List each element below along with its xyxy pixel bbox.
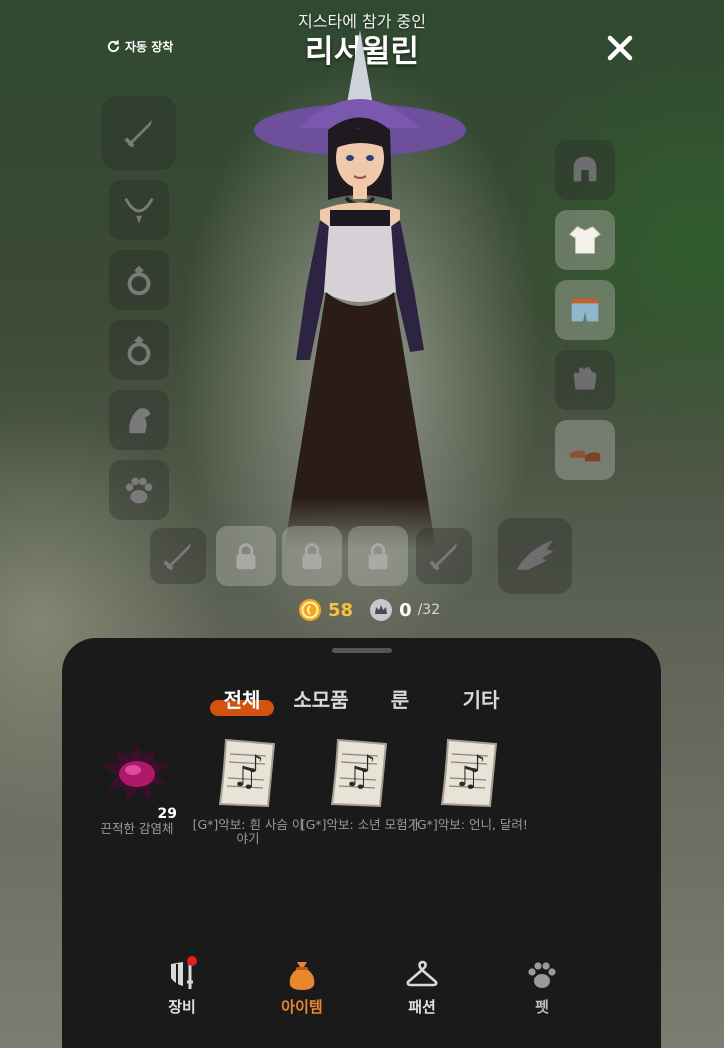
ring-slot-1[interactable]	[109, 250, 169, 310]
music-sheet-icon: ♫ ♪	[330, 738, 388, 808]
refresh-icon	[107, 40, 120, 53]
nav-equipment[interactable]: 장비	[142, 956, 222, 1017]
inventory-item[interactable]: 29 끈적한 감염체	[77, 738, 197, 836]
nav-items[interactable]: 아이템	[262, 958, 342, 1017]
nav-pet[interactable]: 펫	[502, 958, 582, 1017]
item-thumbnail: 29	[97, 738, 177, 822]
gloves-slot[interactable]	[555, 350, 615, 410]
svg-text:♪: ♪	[470, 750, 485, 778]
locked-slot-2[interactable]	[282, 526, 342, 586]
sub-weapon-slot-1[interactable]	[150, 528, 206, 584]
sandals-icon	[569, 450, 601, 462]
top-slot[interactable]	[555, 210, 615, 270]
item-count: 29	[157, 806, 177, 822]
wing-slot[interactable]	[498, 518, 572, 594]
sub-weapon-slot-2[interactable]	[416, 528, 472, 584]
capacity-amount: 0	[399, 599, 412, 621]
infected-blob-icon	[103, 746, 169, 802]
item-name: [G*]악보: 언니, 달려!	[412, 817, 528, 832]
notification-badge	[187, 956, 197, 966]
paw-icon	[125, 477, 153, 504]
nav-label: 아이템	[281, 998, 323, 1016]
tab-consumables[interactable]: 소모품	[288, 684, 354, 713]
weapon-slot[interactable]	[102, 96, 176, 170]
item-thumbnail: ♫ ♪	[320, 734, 400, 814]
locked-slot-1[interactable]	[216, 526, 276, 586]
drag-handle[interactable]	[332, 648, 392, 653]
sword-icon	[163, 542, 192, 571]
shorts-icon	[571, 298, 599, 322]
nav-label: 패션	[408, 998, 436, 1016]
item-name: 끈적한 감염체	[100, 821, 174, 836]
close-icon	[607, 35, 633, 61]
shoes-slot[interactable]	[555, 420, 615, 480]
lock-icon	[236, 543, 256, 570]
locked-slot-3[interactable]	[348, 526, 408, 586]
ring-slot-2[interactable]	[109, 320, 169, 380]
nav-fashion[interactable]: 패션	[382, 958, 462, 1017]
auto-equip-label: 자동 장착	[125, 40, 174, 54]
item-thumbnail: ♫ ♪	[430, 734, 510, 814]
tab-all[interactable]: 전체	[212, 684, 272, 713]
lock-icon	[302, 543, 322, 570]
item-name: [G*]악보: 흰 사슴 이야기	[192, 817, 304, 846]
crown-badge-icon	[370, 599, 393, 621]
ring-icon	[127, 335, 151, 366]
wing-icon	[516, 539, 554, 570]
glove-icon	[573, 367, 597, 390]
ring-icon	[127, 265, 151, 296]
nav-label: 펫	[535, 998, 549, 1016]
necklace-slot[interactable]	[109, 180, 169, 240]
music-sheet-icon: ♫ ♪	[218, 738, 276, 808]
pet-slot[interactable]	[109, 460, 169, 520]
hanger-icon	[406, 960, 438, 987]
item-name: [G*]악보: 소년 모험가	[300, 817, 420, 832]
item-bag-icon	[289, 962, 315, 990]
mount-slot[interactable]	[109, 390, 169, 450]
character-model	[254, 30, 466, 550]
tab-runes[interactable]: 룬	[380, 684, 420, 713]
gold-coin-icon	[299, 599, 321, 621]
capacity-max: /32	[417, 602, 441, 618]
helmet-slot[interactable]	[555, 140, 615, 200]
currency-bar: 58 0 /32	[298, 598, 440, 622]
inventory-item[interactable]: ♫ ♪ [G*]악보: 소년 모험가	[300, 734, 420, 832]
close-button[interactable]	[602, 30, 638, 66]
sword-icon	[429, 542, 458, 571]
nav-label: 장비	[168, 998, 196, 1016]
inventory-item[interactable]: ♫ ♪ [G*]악보: 흰 사슴 이야기	[188, 734, 308, 846]
sword-icon	[124, 119, 153, 148]
coin-amount: 58	[328, 599, 354, 621]
necklace-icon	[124, 197, 154, 224]
music-sheet-icon: ♫ ♪	[440, 738, 498, 808]
tab-others[interactable]: 기타	[456, 684, 506, 713]
auto-equip-button[interactable]: 자동 장착	[106, 38, 173, 55]
item-thumbnail: ♫ ♪	[208, 734, 288, 814]
lock-icon	[368, 543, 388, 570]
svg-text:♪: ♪	[248, 750, 263, 778]
horse-icon	[129, 408, 151, 434]
shirt-icon	[569, 226, 601, 254]
svg-text:♪: ♪	[360, 750, 375, 778]
inventory-item[interactable]: ♫ ♪ [G*]악보: 언니, 달려!	[410, 734, 530, 832]
paw-icon	[528, 962, 556, 988]
bottom-slot[interactable]	[555, 280, 615, 340]
helmet-icon	[573, 156, 597, 182]
inventory-panel: 전체 소모품 룬 기타 29 끈적한 감염체 ♫ ♪ [G*]악보: 흰 사슴 …	[62, 638, 661, 1048]
